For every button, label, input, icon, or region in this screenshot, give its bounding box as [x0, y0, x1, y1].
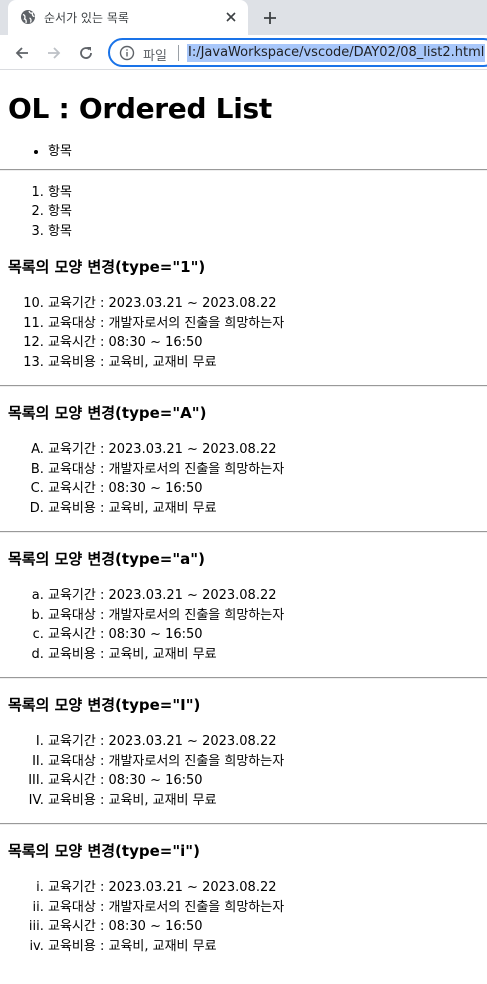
divider	[0, 823, 487, 825]
omnibox-divider	[178, 45, 179, 61]
list-item: 교육대상 : 개발자로서의 진출을 희망하는자	[48, 606, 479, 626]
section-heading: 목록의 모양 변경(type="i")	[8, 842, 200, 860]
unordered-list: 항목	[8, 142, 479, 162]
reload-icon[interactable]	[74, 41, 98, 65]
back-arrow-icon[interactable]	[10, 41, 34, 65]
list-item: 교육비용 : 교육비, 교재비 무료	[48, 791, 479, 811]
new-tab-icon[interactable]	[258, 6, 282, 30]
list-item: 항목	[48, 202, 479, 222]
globe-icon	[20, 9, 36, 25]
ordered-list: 교육기간 : 2023.03.21 ~ 2023.08.22 교육대상 : 개발…	[8, 732, 479, 810]
ordered-list: 교육기간 : 2023.03.21 ~ 2023.08.22 교육대상 : 개발…	[8, 878, 479, 956]
list-item: 교육기간 : 2023.03.21 ~ 2023.08.22	[48, 294, 479, 314]
divider	[0, 677, 487, 679]
page-content: OL : Ordered List 항목 항목 항목 항목 목록의 모양 변경(…	[0, 92, 487, 956]
list-item: 교육대상 : 개발자로서의 진출을 희망하는자	[48, 752, 479, 772]
close-tab-icon[interactable]	[222, 8, 240, 26]
address-bar[interactable]: 파일 I:/JavaWorkspace/vscode/DAY02/08_list…	[108, 38, 487, 67]
info-icon[interactable]	[119, 45, 135, 61]
list-item: 항목	[48, 142, 479, 162]
list-item: 교육대상 : 개발자로서의 진출을 희망하는자	[48, 314, 479, 334]
list-item: 교육시간 : 08:30 ~ 16:50	[48, 479, 479, 499]
list-item: 교육비용 : 교육비, 교재비 무료	[48, 353, 479, 373]
forward-arrow-icon[interactable]	[42, 41, 66, 65]
ordered-list: 교육기간 : 2023.03.21 ~ 2023.08.22 교육대상 : 개발…	[8, 294, 479, 372]
list-item: 교육대상 : 개발자로서의 진출을 희망하는자	[48, 898, 479, 918]
browser-toolbar: 파일 I:/JavaWorkspace/vscode/DAY02/08_list…	[0, 35, 487, 70]
list-item: 교육기간 : 2023.03.21 ~ 2023.08.22	[48, 878, 479, 898]
browser-tab[interactable]: 순서가 있는 목록	[8, 0, 248, 35]
list-item: 교육시간 : 08:30 ~ 16:50	[48, 917, 479, 937]
divider	[0, 385, 487, 387]
list-item: 교육비용 : 교육비, 교재비 무료	[48, 645, 479, 665]
section-heading: 목록의 모양 변경(type="I")	[8, 696, 201, 714]
list-item: 교육비용 : 교육비, 교재비 무료	[48, 499, 479, 519]
list-item: 교육비용 : 교육비, 교재비 무료	[48, 937, 479, 957]
list-item: 교육대상 : 개발자로서의 진출을 희망하는자	[48, 460, 479, 480]
list-item: 교육시간 : 08:30 ~ 16:50	[48, 771, 479, 791]
list-item: 교육시간 : 08:30 ~ 16:50	[48, 625, 479, 645]
tab-strip: 순서가 있는 목록	[0, 0, 487, 35]
list-item: 교육기간 : 2023.03.21 ~ 2023.08.22	[48, 440, 479, 460]
url-text[interactable]: I:/JavaWorkspace/vscode/DAY02/08_list2.h…	[187, 44, 486, 62]
section-heading: 목록의 모양 변경(type="1")	[8, 258, 206, 276]
scheme-label: 파일	[143, 49, 167, 64]
ordered-list: 교육기간 : 2023.03.21 ~ 2023.08.22 교육대상 : 개발…	[8, 440, 479, 518]
page-title: OL : Ordered List	[8, 92, 272, 125]
divider	[0, 531, 487, 533]
ordered-list: 교육기간 : 2023.03.21 ~ 2023.08.22 교육대상 : 개발…	[8, 586, 479, 664]
list-item: 교육시간 : 08:30 ~ 16:50	[48, 333, 479, 353]
list-item: 교육기간 : 2023.03.21 ~ 2023.08.22	[48, 586, 479, 606]
list-item: 항목	[48, 222, 479, 242]
section-heading: 목록의 모양 변경(type="A")	[8, 404, 207, 422]
section-heading: 목록의 모양 변경(type="a")	[8, 550, 205, 568]
ordered-list: 항목 항목 항목	[8, 183, 479, 242]
list-item: 항목	[48, 183, 479, 203]
list-item: 교육기간 : 2023.03.21 ~ 2023.08.22	[48, 732, 479, 752]
tab-title: 순서가 있는 목록	[44, 11, 129, 25]
divider	[0, 168, 487, 171]
